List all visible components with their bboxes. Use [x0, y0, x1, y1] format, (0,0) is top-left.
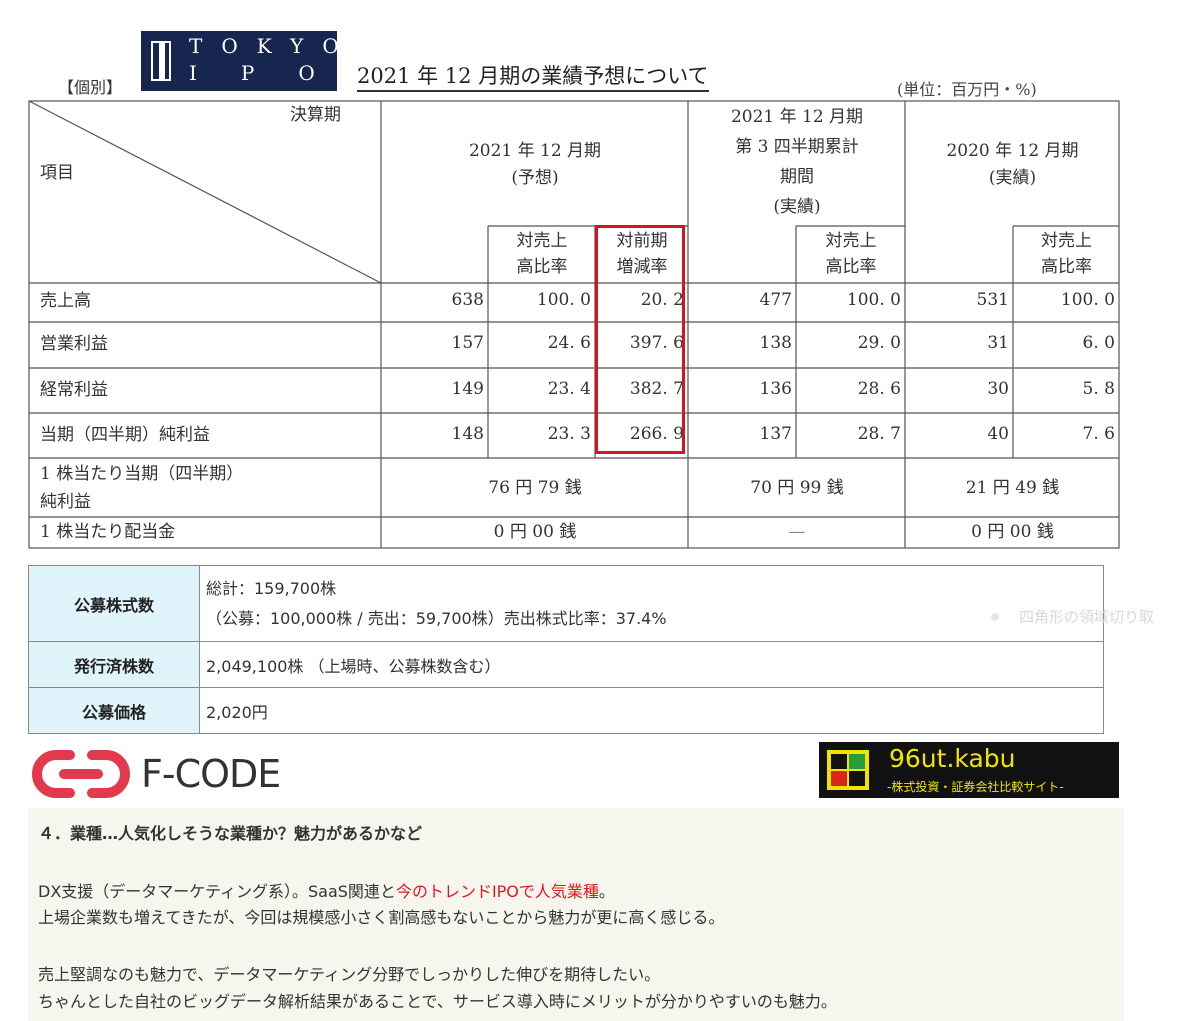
cell-eps-prior: 21 円 49 銭 [965, 478, 1060, 498]
period-forecast-header: 2021 年 12 月期 (予想) [468, 141, 602, 188]
kabu-banner[interactable]: 96ut.kabu -株式投資・証券会社比較サイト- [819, 742, 1119, 798]
public-shares-label: 公募株式数 [28, 565, 200, 642]
cell-net-q3: 137 [759, 424, 792, 444]
subheader-q3-ratio: 対売上 高比率 [825, 231, 877, 277]
cell-ordinary-forecast-ratio: 23. 4 [547, 379, 591, 399]
cell-sales-prior: 531 [976, 290, 1009, 310]
door-icon [151, 41, 171, 81]
cell-ordinary-q3: 136 [759, 379, 792, 399]
cell-dividend-prior: 0 円 00 銭 [971, 522, 1054, 542]
cell-dividend-q3: — [788, 522, 806, 542]
offer-price-label: 公募価格 [28, 687, 200, 734]
logo-line1: TOKYO [189, 34, 358, 58]
row-label-sales: 売上高 [40, 291, 91, 311]
cell-sales-forecast: 638 [451, 290, 484, 310]
cell-eps-forecast: 76 円 79 銭 [488, 478, 582, 498]
commentary-line-2: 上場企業数も増えてきたが、今回は規模感小さく割高感もないことから魅力が更に高く感… [38, 908, 725, 927]
faded-snip-note: 四角形の領域切り取 [1019, 608, 1155, 626]
offering-table: 公募株式数 総計：159,700株 （公募：100,000株 / 売出：59,7… [28, 565, 1104, 734]
table-row: 発行済株数 2,049,100株 （上場時、公募株数含む） [28, 641, 1104, 688]
fcode-link-icon [32, 750, 130, 798]
cell-sales-q3-ratio: 100. 0 [846, 290, 901, 310]
row-label-ordinary: 経常利益 [40, 380, 108, 400]
cell-net-forecast-ratio: 23. 3 [547, 424, 591, 444]
results-table: 決算期 項目 2021 年 12 月期 (予想) 2021 年 12 月期 第 … [28, 100, 1120, 549]
period-prior-header: 2020 年 12 月期 (実績) [946, 141, 1079, 188]
cell-ordinary-prior: 30 [987, 379, 1009, 399]
cell-ordinary-forecast: 149 [451, 379, 484, 399]
cell-dividend-forecast: 0 円 00 銭 [493, 522, 577, 542]
table-row: 公募価格 2,020円 [28, 687, 1104, 734]
commentary-line-4: ちゃんとした自社のビッグデータ解析結果があることで、サービス導入時にメリットが分… [38, 992, 837, 1011]
trend-highlight: 今のトレンドIPOで人気業種 [395, 882, 599, 901]
cell-eps-q3: 70 円 99 銭 [750, 478, 844, 498]
subheader-prior-ratio: 対売上 高比率 [1041, 231, 1092, 277]
cell-operating-q3-ratio: 29. 0 [857, 333, 901, 353]
corner-period-label: 決算期 [290, 105, 341, 125]
row-label-operating: 営業利益 [40, 334, 108, 354]
logo-line2: IPO [189, 61, 359, 85]
row-label-net: 当期（四半期）純利益 [40, 425, 210, 445]
commentary-panel: ４．業種…人気化しそうな業種か？魅力があるかなど DX支援（データマーケティング… [28, 808, 1124, 1021]
offer-price-value: 2,020円 [199, 687, 1104, 734]
corner-item-label: 項目 [40, 163, 74, 183]
cell-sales-forecast-ratio: 100. 0 [536, 290, 591, 310]
yoy-highlight-box [595, 225, 685, 454]
cell-ordinary-q3-ratio: 28. 6 [857, 379, 901, 399]
page-title: 2021 年 12 月期の業績予想について [357, 60, 709, 92]
kabu-logo-icon [827, 750, 869, 790]
cell-net-forecast: 148 [451, 424, 484, 444]
cell-operating-forecast: 157 [451, 333, 484, 353]
cell-sales-q3: 477 [759, 290, 792, 310]
commentary-heading: ４．業種…人気化しそうな業種か？魅力があるかなど [38, 824, 423, 843]
category-label: 【個別】 [58, 78, 123, 97]
cell-net-prior: 40 [987, 424, 1009, 444]
cell-operating-q3: 138 [759, 333, 792, 353]
unit-note: (単位：百万円・%) [897, 80, 1037, 99]
kabu-site-name: 96ut.kabu [889, 744, 1016, 773]
cell-operating-prior: 31 [987, 333, 1009, 353]
cell-net-prior-ratio: 7. 6 [1082, 424, 1115, 444]
row-label-eps: 1 株当たり当期（四半期） 純利益 [40, 464, 244, 512]
issued-shares-label: 発行済株数 [28, 641, 200, 688]
cell-operating-prior-ratio: 6. 0 [1082, 333, 1115, 353]
fcode-logo-text: F-CODE [141, 752, 281, 796]
issued-shares-value: 2,049,100株 （上場時、公募株数含む） [199, 641, 1104, 688]
tokyo-ipo-logo: TOKYO IPO [141, 31, 339, 91]
commentary-line-1: DX支援（データマーケティング系）。SaaS関連と今のトレンドIPOで人気業種。 [38, 882, 615, 901]
kabu-tagline: -株式投資・証券会社比較サイト- [887, 780, 1064, 794]
faded-bullet-icon [991, 613, 999, 621]
cell-operating-forecast-ratio: 24. 6 [547, 333, 591, 353]
cell-ordinary-prior-ratio: 5. 8 [1082, 379, 1115, 399]
table-row: 公募株式数 総計：159,700株 （公募：100,000株 / 売出：59,7… [28, 565, 1104, 642]
period-q3-header: 2021 年 12 月期 第 3 四半期累計 期間 (実績) [730, 107, 864, 217]
commentary-line-3: 売上堅調なのも魅力で、データマーケティング分野でしっかりした伸びを期待したい。 [38, 965, 661, 984]
subheader-forecast-ratio: 対売上 高比率 [516, 231, 568, 277]
cell-sales-prior-ratio: 100. 0 [1060, 290, 1115, 310]
public-shares-value: 総計：159,700株 （公募：100,000株 / 売出：59,700株）売出… [199, 565, 1104, 642]
cell-net-q3-ratio: 28. 7 [857, 424, 901, 444]
row-label-dividend: 1 株当たり配当金 [40, 522, 176, 542]
